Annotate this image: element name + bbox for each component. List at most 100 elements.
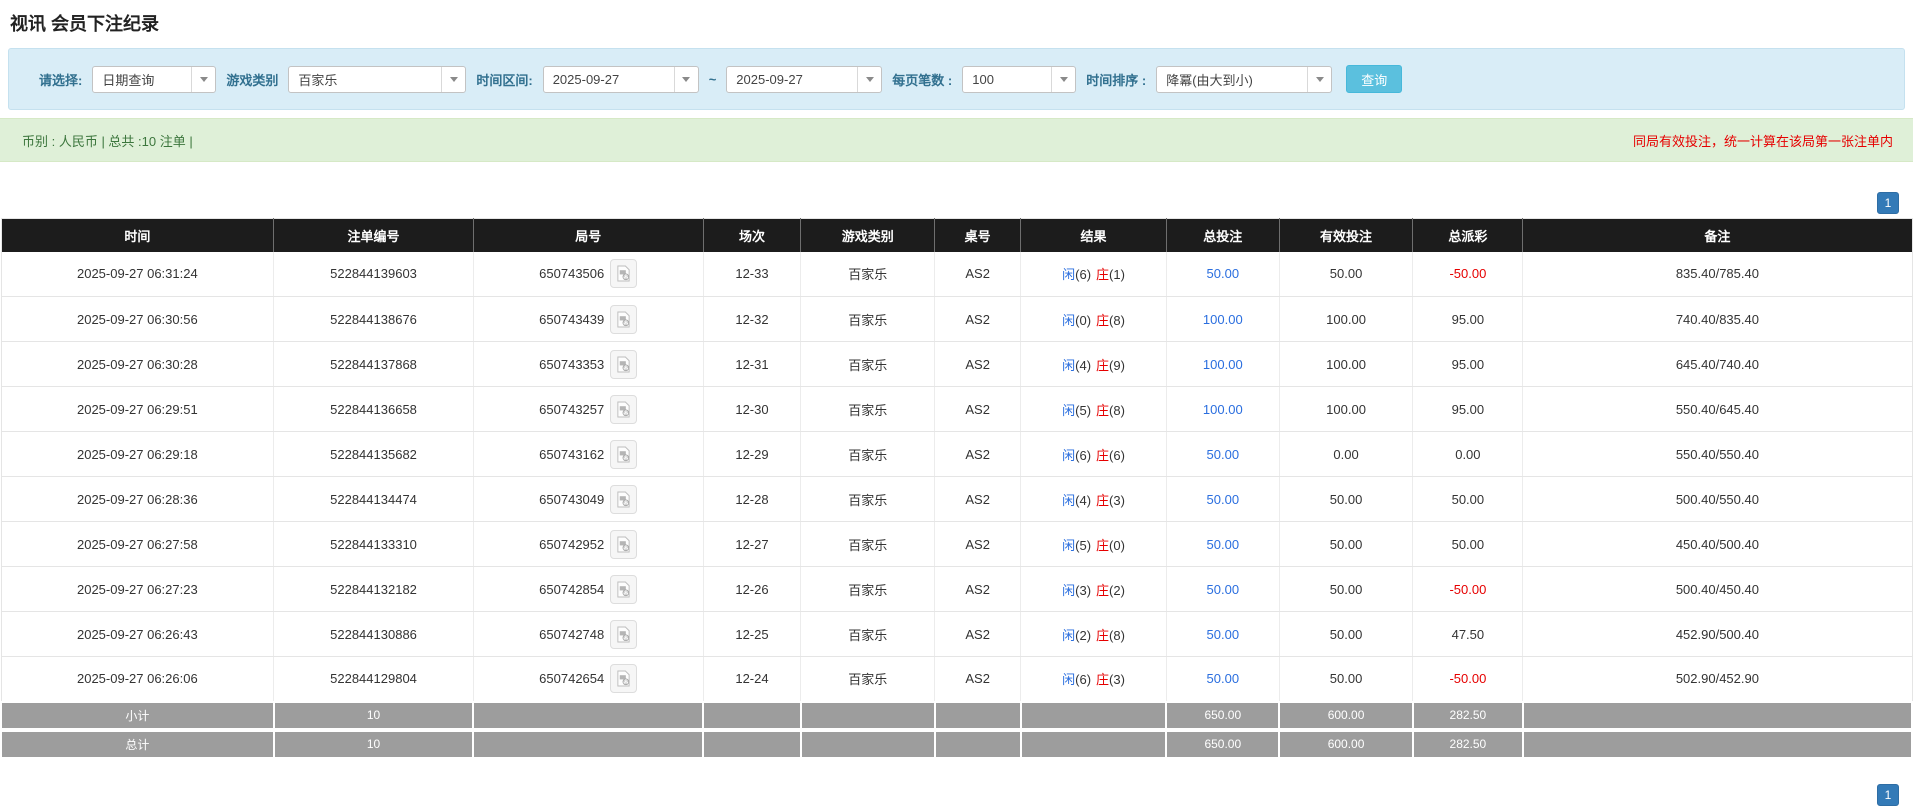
subtotal-total-bet: 650.00 xyxy=(1166,702,1279,730)
game-category-select[interactable]: 百家乐 xyxy=(288,66,466,93)
round-number-text: 650743353 xyxy=(539,357,604,372)
total-total-bet: 650.00 xyxy=(1166,730,1279,758)
cell-session: 12-25 xyxy=(703,612,801,657)
search-button[interactable]: 查询 xyxy=(1346,65,1402,93)
query-type-value: 日期查询 xyxy=(93,67,191,92)
round-number-text: 650742748 xyxy=(539,627,604,642)
result-player-label: 闲 xyxy=(1062,313,1075,328)
video-replay-button[interactable] xyxy=(610,664,637,693)
cell-total-payout: 95.00 xyxy=(1413,297,1523,342)
result-player-label: 闲 xyxy=(1062,672,1075,687)
cell-total-bet[interactable]: 100.00 xyxy=(1166,297,1279,342)
cell-total-payout: 50.00 xyxy=(1413,477,1523,522)
video-replay-button[interactable] xyxy=(610,395,637,424)
date-from-dropdown-button[interactable] xyxy=(674,67,698,92)
chevron-down-icon xyxy=(682,77,690,82)
video-replay-button[interactable] xyxy=(610,485,637,514)
result-player-points: (0) xyxy=(1075,313,1091,328)
video-replay-button[interactable] xyxy=(610,575,637,604)
cell-remark: 450.40/500.40 xyxy=(1523,522,1912,567)
cell-total-bet[interactable]: 50.00 xyxy=(1166,477,1279,522)
cell-result: 闲(6)庄(6) xyxy=(1021,432,1167,477)
cell-session: 12-31 xyxy=(703,342,801,387)
cell-total-bet[interactable]: 100.00 xyxy=(1166,387,1279,432)
subtotal-count: 10 xyxy=(274,702,474,730)
video-replay-button[interactable] xyxy=(610,530,637,559)
query-type-dropdown-button[interactable] xyxy=(191,67,215,92)
video-replay-button[interactable] xyxy=(610,305,637,334)
cell-total-payout: 47.50 xyxy=(1413,612,1523,657)
round-number-text: 650743439 xyxy=(539,312,604,327)
cell-time: 2025-09-27 06:28:36 xyxy=(1,477,274,522)
cell-remark: 502.90/452.90 xyxy=(1523,657,1912,702)
query-type-select[interactable]: 日期查询 xyxy=(92,66,216,93)
cell-total-bet[interactable]: 50.00 xyxy=(1166,612,1279,657)
cell-table-number: AS2 xyxy=(935,567,1021,612)
video-replay-button[interactable] xyxy=(610,620,637,649)
cell-bet-number: 522844134474 xyxy=(274,477,474,522)
video-replay-button[interactable] xyxy=(610,259,637,288)
table-row: 2025-09-27 06:29:51 522844136658 6507432… xyxy=(1,387,1912,432)
round-number-text: 650743506 xyxy=(539,266,604,281)
time-sort-select[interactable]: 降冪(由大到小) xyxy=(1156,66,1332,93)
game-category-dropdown-button[interactable] xyxy=(441,67,465,92)
total-valid-bet: 600.00 xyxy=(1279,730,1413,758)
cell-total-bet[interactable]: 50.00 xyxy=(1166,567,1279,612)
cell-result: 闲(0)庄(8) xyxy=(1021,297,1167,342)
chevron-down-icon xyxy=(1316,77,1324,82)
total-row: 总计 10 650.00 600.00 282.50 xyxy=(1,730,1912,758)
cell-time: 2025-09-27 06:31:24 xyxy=(1,252,274,297)
cell-total-bet[interactable]: 50.00 xyxy=(1166,252,1279,297)
per-page-dropdown-button[interactable] xyxy=(1051,67,1075,92)
result-banker-points: (3) xyxy=(1109,493,1125,508)
date-from-input[interactable]: 2025-09-27 xyxy=(543,66,699,93)
video-file-icon xyxy=(616,536,631,553)
cell-total-bet[interactable]: 100.00 xyxy=(1166,342,1279,387)
video-replay-button[interactable] xyxy=(610,350,637,379)
result-player-label: 闲 xyxy=(1062,583,1075,598)
per-page-label: 每页笔数 : xyxy=(892,70,952,89)
table-row: 2025-09-27 06:26:06 522844129804 6507426… xyxy=(1,657,1912,702)
result-banker-label: 庄 xyxy=(1096,403,1109,418)
currency-total-summary: 币别 : 人民币 | 总共 :10 注单 | xyxy=(22,131,193,150)
cell-total-bet[interactable]: 50.00 xyxy=(1166,522,1279,567)
date-to-dropdown-button[interactable] xyxy=(857,67,881,92)
total-label: 总计 xyxy=(1,730,274,758)
time-range-label: 时间区间: xyxy=(476,70,532,89)
game-category-value: 百家乐 xyxy=(289,67,441,92)
cell-total-payout: 95.00 xyxy=(1413,342,1523,387)
game-category-label: 游戏类别 xyxy=(226,70,278,89)
header-valid-bet: 有效投注 xyxy=(1279,219,1413,252)
chevron-down-icon xyxy=(1060,77,1068,82)
result-player-label: 闲 xyxy=(1062,448,1075,463)
cell-total-payout: -50.00 xyxy=(1413,657,1523,702)
time-sort-dropdown-button[interactable] xyxy=(1307,67,1331,92)
table-footer: 小计 10 650.00 600.00 282.50 总计 10 650.00 … xyxy=(1,702,1912,758)
cell-result: 闲(5)庄(8) xyxy=(1021,387,1167,432)
cell-total-payout: -50.00 xyxy=(1413,252,1523,297)
date-to-input[interactable]: 2025-09-27 xyxy=(726,66,882,93)
cell-valid-bet: 50.00 xyxy=(1279,657,1413,702)
video-file-icon xyxy=(616,356,631,373)
per-page-select[interactable]: 100 xyxy=(962,66,1076,93)
cell-result: 闲(4)庄(3) xyxy=(1021,477,1167,522)
cell-remark: 645.40/740.40 xyxy=(1523,342,1912,387)
cell-table-number: AS2 xyxy=(935,522,1021,567)
page-1-button[interactable]: 1 xyxy=(1877,192,1899,214)
cell-total-bet[interactable]: 50.00 xyxy=(1166,657,1279,702)
page-1-button[interactable]: 1 xyxy=(1877,784,1899,806)
cell-total-bet[interactable]: 50.00 xyxy=(1166,432,1279,477)
chevron-down-icon xyxy=(450,77,458,82)
cell-time: 2025-09-27 06:30:28 xyxy=(1,342,274,387)
cell-table-number: AS2 xyxy=(935,612,1021,657)
cell-session: 12-33 xyxy=(703,252,801,297)
cell-game-category: 百家乐 xyxy=(801,297,935,342)
cell-bet-number: 522844138676 xyxy=(274,297,474,342)
table-row: 2025-09-27 06:26:43 522844130886 6507427… xyxy=(1,612,1912,657)
cell-game-category: 百家乐 xyxy=(801,342,935,387)
round-number-text: 650743162 xyxy=(539,447,604,462)
valid-bet-note: 同局有效投注，统一计算在该局第一张注单内 xyxy=(1633,131,1893,150)
video-replay-button[interactable] xyxy=(610,440,637,469)
cell-session: 12-32 xyxy=(703,297,801,342)
per-page-value: 100 xyxy=(963,67,1051,92)
